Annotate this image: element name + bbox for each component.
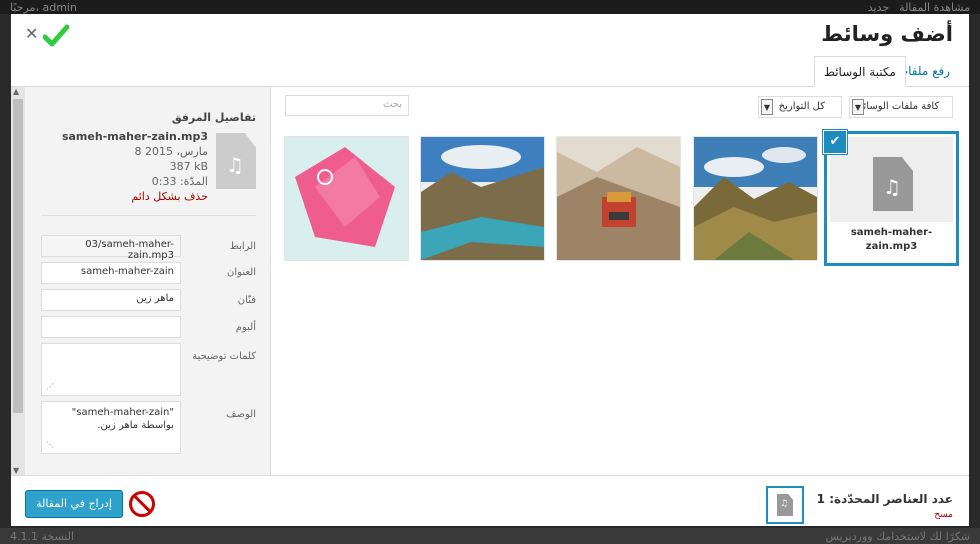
attachment-info: sameh-maher-zain.mp3 8 مارس، 2015 387 kB… — [62, 129, 208, 204]
pink-graphic-image — [285, 137, 408, 260]
artist-field[interactable]: ماهر زين — [41, 289, 181, 311]
album-label: ألبوم — [235, 322, 256, 333]
selection-thumbnail[interactable]: ♫ — [766, 486, 804, 524]
chevron-down-icon[interactable]: ▼ — [13, 466, 19, 475]
url-label: الرابط — [229, 241, 256, 252]
add-media-modal: أضف وسائط ✕ رفع ملفات مكتبة الوسائط بحث … — [11, 14, 969, 526]
title-label: العنوان — [227, 267, 256, 278]
tab-media-library[interactable]: مكتبة الوسائط — [813, 56, 906, 87]
date-filter-select[interactable]: ▼ كل التواريخ — [758, 96, 842, 118]
checkmark-icon — [42, 24, 70, 52]
river-image — [421, 137, 544, 260]
title-field[interactable]: sameh-maher-zain — [41, 262, 181, 284]
attachment-tile[interactable] — [421, 137, 544, 260]
description-field-value: "sameh-maher-zain" بواسطة ماهر زين. — [71, 407, 174, 431]
media-tabs: رفع ملفات مكتبة الوسائط — [11, 54, 969, 87]
attachment-length: المدّة: 0:33 — [151, 175, 208, 188]
landscape-image — [694, 137, 817, 260]
chevron-down-icon: ▼ — [852, 99, 864, 115]
type-filter-value: كافة ملفات الوسائط — [854, 101, 940, 112]
caption-label: كلمات توضيحية — [192, 351, 256, 362]
no-entry-icon — [129, 491, 155, 517]
media-footer-toolbar: إدراج في المقالة ♫ عدد العناصر المحدّدة:… — [11, 475, 969, 526]
search-input[interactable]: بحث — [285, 95, 409, 116]
artist-label: فنّان — [237, 295, 256, 306]
attachment-date: 8 مارس، 2015 — [134, 145, 208, 158]
page-footer: النسخة 4.1.1 شكرًا لك لاستخدامك ووردبريس — [0, 528, 980, 544]
thanks-text[interactable]: شكرًا لك لاستخدامك ووردبريس — [826, 530, 970, 543]
chevron-down-icon: ▼ — [761, 99, 773, 115]
media-toolbar: بحث ▼ كل التواريخ ▼ كافة ملفات الوسائط — [271, 87, 969, 127]
insert-into-post-button[interactable]: إدراج في المقالة — [25, 490, 123, 518]
clear-selection-link[interactable]: مسح — [934, 510, 953, 520]
attachment-tile[interactable] — [694, 137, 817, 260]
type-filter-select[interactable]: ▼ كافة ملفات الوسائط — [849, 96, 953, 118]
attachment-tile[interactable] — [557, 137, 680, 260]
version-text: النسخة 4.1.1 — [10, 529, 75, 543]
admin-bar-new[interactable]: جديد — [868, 1, 889, 14]
truck-road-image — [557, 137, 680, 260]
resize-grip-icon[interactable]: ⋰ — [46, 438, 54, 451]
attachment-tile[interactable]: ♫ sameh-maher-zain.mp3 — [830, 137, 953, 260]
attachment-caption: sameh-maher-zain.mp3 — [830, 222, 953, 260]
close-icon[interactable]: ✕ — [25, 24, 38, 43]
date-filter-value: كل التواريخ — [778, 101, 825, 112]
resize-grip-icon[interactable]: ⋰ — [46, 380, 54, 393]
url-field[interactable]: 03/sameh-maher-zain.mp3 — [41, 235, 181, 261]
description-field[interactable]: "sameh-maher-zain" بواسطة ماهر زين. ⋰ — [41, 401, 181, 454]
attachment-details-sidebar: ▲ ▼ تفاصيل المرفق ♫ sameh-maher-zain.mp3… — [11, 87, 271, 475]
attachment-tile[interactable] — [285, 137, 408, 260]
scrollbar-thumb[interactable] — [13, 99, 23, 413]
admin-bar: مرحبًا، admin مشاهدة المقالة جديد — [0, 0, 980, 14]
audio-file-icon: ♫ — [777, 494, 793, 516]
audio-file-icon: ♫ — [873, 157, 913, 211]
modal-title: أضف وسائط — [821, 22, 953, 46]
admin-bar-user[interactable]: مرحبًا، admin — [10, 1, 77, 14]
selected-count: عدد العناصر المحدّدة: 1 — [816, 492, 953, 506]
attachment-details-title: تفاصيل المرفق — [171, 111, 256, 124]
divider — [41, 215, 256, 216]
attachment-size: 387 kB — [169, 160, 208, 173]
delete-permanently-link[interactable]: حذف بشكل دائم — [62, 189, 208, 204]
description-label: الوصف — [226, 409, 256, 420]
checkmark-icon[interactable]: ✔ — [824, 131, 846, 153]
attachment-filename: sameh-maher-zain.mp3 — [61, 130, 208, 143]
caption-field[interactable]: ⋰ — [41, 343, 181, 396]
admin-bar-view-post[interactable]: مشاهدة المقالة — [899, 1, 970, 14]
sidebar-scrollbar[interactable]: ▲ ▼ — [11, 87, 25, 475]
audio-file-icon: ♫ — [216, 133, 256, 189]
chevron-up-icon[interactable]: ▲ — [13, 87, 19, 96]
album-field[interactable] — [41, 316, 181, 338]
